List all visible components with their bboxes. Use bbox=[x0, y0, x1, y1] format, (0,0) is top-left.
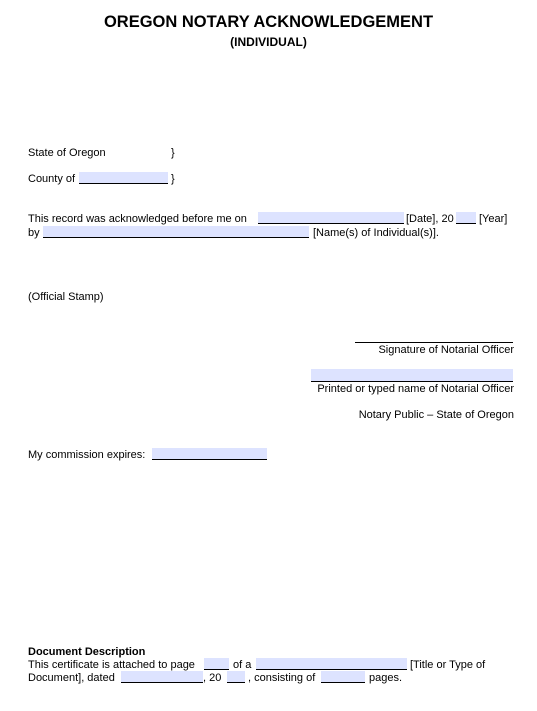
county-brace: } bbox=[171, 173, 175, 185]
doc-twenty: , 20 bbox=[203, 672, 222, 684]
page-subtitle: (INDIVIDUAL) bbox=[230, 35, 307, 49]
doc-dated-field[interactable] bbox=[121, 671, 203, 683]
ack-line1-prefix: This record was acknowledged before me o… bbox=[28, 213, 247, 225]
doc-consisting-of: , consisting of bbox=[248, 672, 316, 684]
doc-description-heading: Document Description bbox=[28, 646, 146, 658]
printed-name-label: Printed or typed name of Notarial Office… bbox=[317, 383, 514, 395]
ack-year-suffix: [Year] bbox=[479, 213, 508, 225]
page-title: OREGON NOTARY ACKNOWLEDGEMENT bbox=[103, 13, 434, 31]
doc-year-field[interactable] bbox=[227, 671, 245, 683]
doc-line2-prefix: Document], dated bbox=[28, 672, 115, 684]
county-label: County of bbox=[28, 173, 76, 185]
ack-date-field[interactable] bbox=[258, 212, 404, 224]
doc-page-field[interactable] bbox=[204, 658, 229, 670]
signature-line bbox=[355, 342, 513, 343]
doc-line1-suffix: [Title or Type of bbox=[410, 659, 486, 671]
doc-line1-prefix: This certificate is attached to page bbox=[28, 659, 195, 671]
ack-date-suffix: [Date], 20 bbox=[406, 213, 454, 225]
notary-title-label: Notary Public – State of Oregon bbox=[358, 409, 514, 421]
ack-line2-prefix: by bbox=[28, 227, 40, 239]
county-field[interactable] bbox=[79, 172, 168, 184]
commission-expires-field[interactable] bbox=[152, 448, 267, 460]
doc-pages-field[interactable] bbox=[321, 671, 365, 683]
official-stamp-label: (Official Stamp) bbox=[28, 291, 104, 303]
printed-name-field[interactable] bbox=[311, 369, 513, 382]
doc-pages-suffix: pages. bbox=[369, 672, 403, 684]
commission-label: My commission expires: bbox=[28, 449, 146, 461]
ack-year-field[interactable] bbox=[456, 212, 476, 224]
state-brace: } bbox=[171, 147, 175, 159]
state-label: State of Oregon bbox=[28, 147, 106, 159]
ack-names-suffix: [Name(s) of Individual(s)]. bbox=[313, 227, 439, 239]
doc-title-field[interactable] bbox=[256, 658, 407, 670]
ack-names-field[interactable] bbox=[43, 226, 309, 238]
signature-label: Signature of Notarial Officer bbox=[378, 344, 514, 356]
doc-of-a: of a bbox=[233, 659, 252, 671]
